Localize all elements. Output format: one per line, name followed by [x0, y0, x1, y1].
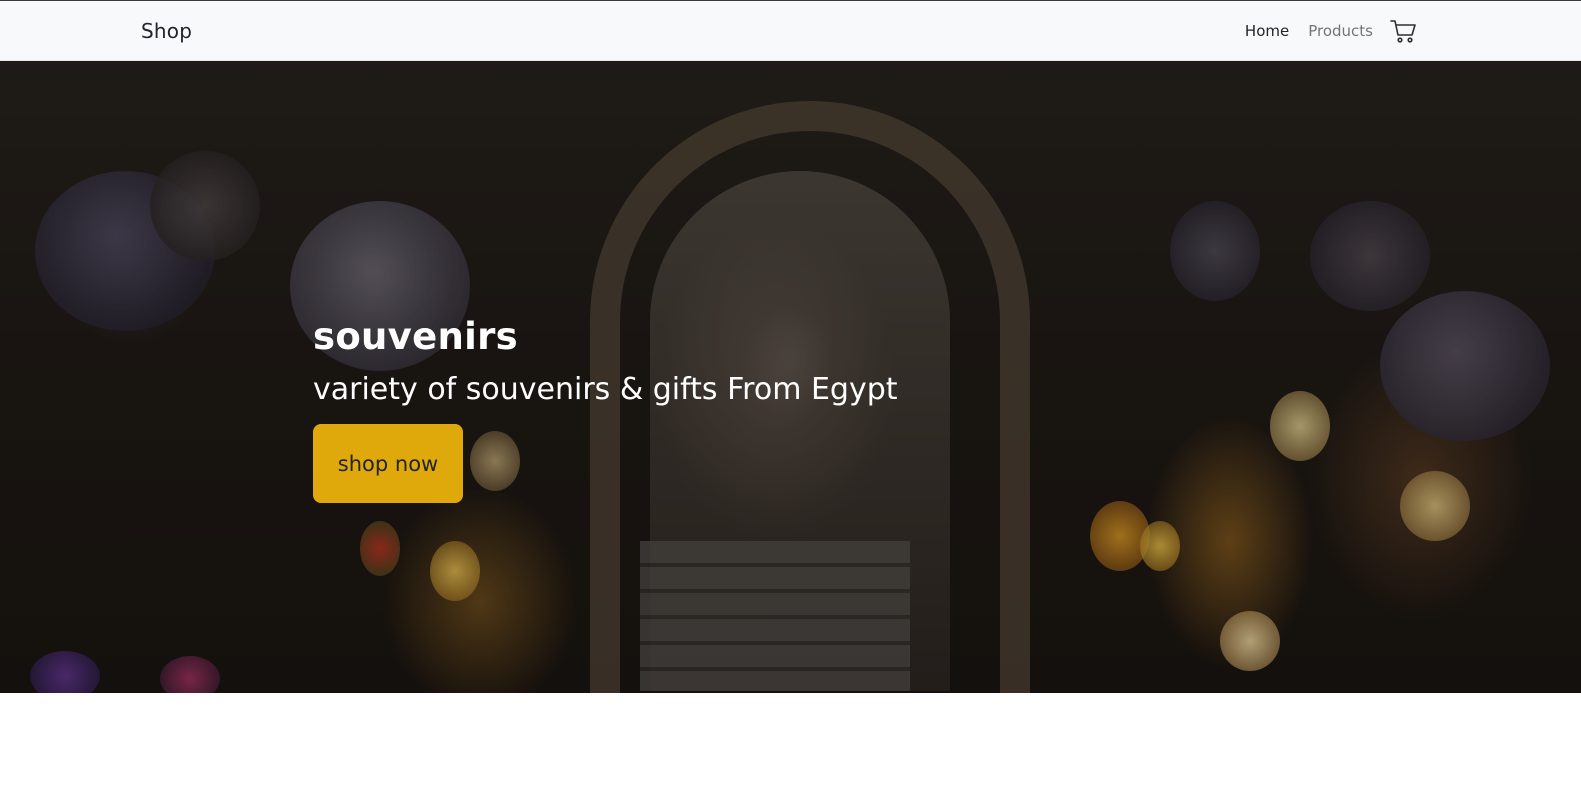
navbar: Shop Home Products — [0, 0, 1581, 61]
hero-banner: souvenirs variety of souvenirs & gifts F… — [0, 61, 1581, 693]
hero-subtitle: variety of souvenirs & gifts From Egypt — [313, 372, 898, 407]
nav-link-home[interactable]: Home — [1245, 18, 1289, 44]
nav-link-products[interactable]: Products — [1308, 18, 1373, 44]
nav-links: Home Products — [1226, 17, 1417, 45]
shop-now-button[interactable]: shop now — [313, 424, 463, 503]
cart-icon[interactable] — [1389, 17, 1417, 45]
brand-link[interactable]: Shop — [141, 19, 192, 43]
hero-title: souvenirs — [313, 315, 518, 358]
